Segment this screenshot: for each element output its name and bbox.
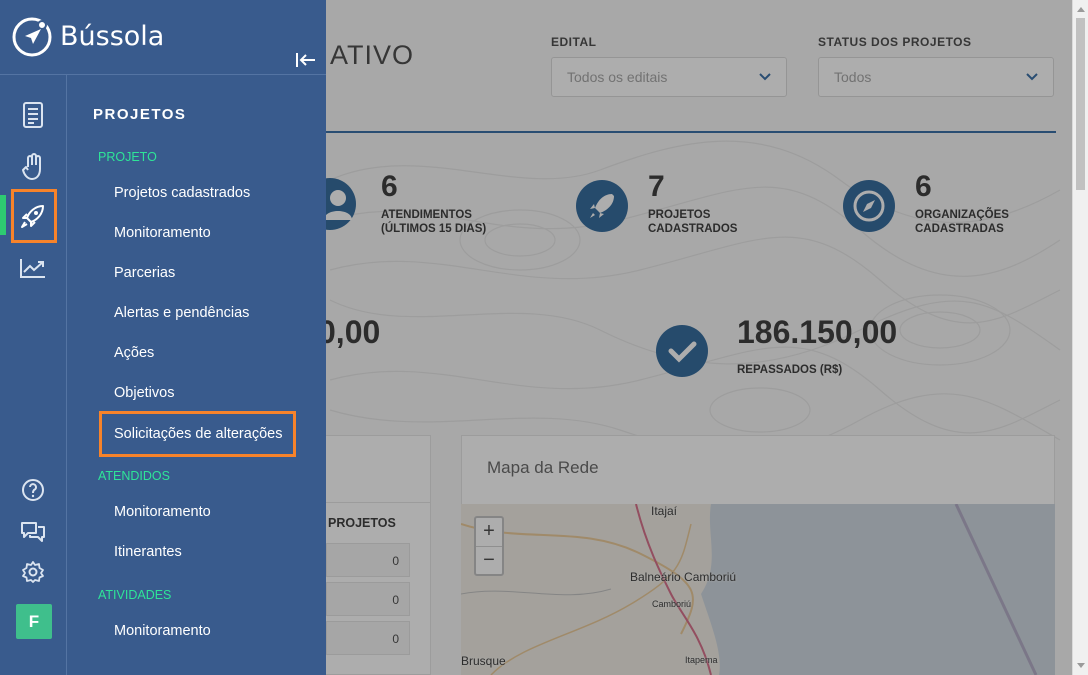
map-label-itajai: Itajaí (651, 504, 678, 518)
menu-item-alertas[interactable]: Alertas e pendências (114, 305, 249, 321)
sidebar: Bússola F PROJETOS PROJETO Projetos cada… (0, 0, 326, 675)
scroll-thumb[interactable] (1076, 18, 1085, 190)
map-label-balneario: Balneário Camboriú (630, 570, 737, 584)
brand-name: Bússola (60, 21, 165, 52)
help-icon[interactable] (18, 475, 48, 505)
stat-projetos-value: 7 (648, 170, 665, 203)
table-cell-value: 0 (392, 593, 399, 607)
menu-item-parcerias[interactable]: Parcerias (114, 265, 175, 281)
brand-header: Bússola (0, 0, 326, 75)
stat-projetos-label: PROJETOS CADASTRADOS (648, 209, 738, 235)
chat-icon[interactable] (18, 516, 48, 546)
menu-item-acoes[interactable]: Ações (114, 345, 154, 361)
zoom-out-button[interactable]: − (476, 546, 502, 574)
rocket-icon (576, 180, 628, 232)
money-repassados-label: REPASSADOS (R$) (737, 364, 843, 376)
hand-icon[interactable] (18, 152, 48, 182)
menu-item-atendidos-monitoramento[interactable]: Monitoramento (114, 504, 211, 520)
page-scrollbar[interactable] (1072, 0, 1088, 675)
title-divider (326, 131, 1056, 133)
menu-item-projetos-cadastrados[interactable]: Projetos cadastrados (114, 185, 250, 201)
filter-status-select[interactable]: Todos (818, 57, 1054, 97)
map-tiles (461, 504, 1038, 675)
stat-atendimentos-value: 6 (381, 170, 398, 203)
settings-icon[interactable] (18, 557, 48, 587)
table-cell-value: 0 (392, 554, 399, 568)
chevron-down-icon (759, 73, 771, 81)
menu-item-itinerantes[interactable]: Itinerantes (114, 544, 182, 560)
stat-organizacoes-label: ORGANIZAÇÕES CADASTRADAS (915, 209, 1009, 235)
scroll-up-arrow-icon[interactable] (1077, 7, 1085, 12)
check-icon (656, 325, 708, 377)
filter-edital-label: EDITAL (551, 35, 597, 49)
collapse-sidebar-icon[interactable] (295, 51, 317, 69)
filter-edital-value: Todos os editais (567, 69, 668, 85)
map-label-brusque: Brusque (461, 654, 506, 668)
rail-active-indicator (0, 195, 6, 235)
menu-title: PROJETOS (93, 106, 187, 123)
section-atendidos: ATENDIDOS (98, 469, 170, 483)
scroll-down-arrow-icon[interactable] (1077, 663, 1085, 668)
menu-item-objetivos[interactable]: Objetivos (114, 385, 174, 401)
rocket-icon[interactable] (18, 201, 48, 231)
money-repassados-value: 186.150,00 (737, 314, 898, 350)
filter-status-value: Todos (834, 69, 872, 85)
menu-item-solicitacoes[interactable]: Solicitações de alterações (114, 426, 282, 442)
document-icon[interactable] (18, 100, 48, 130)
stat-atendimentos-label: ATENDIMENTOS (ÚLTIMOS 15 DIAS) (381, 209, 487, 235)
section-projeto: PROJETO (98, 150, 157, 164)
map-title: Mapa da Rede (487, 458, 599, 477)
chart-line-icon[interactable] (18, 253, 48, 283)
filter-status-label: STATUS DOS PROJETOS (818, 35, 972, 49)
table-cell: 0 (326, 621, 410, 655)
chevron-down-icon (1026, 73, 1038, 81)
table-cell: 0 (326, 582, 410, 616)
filter-edital-select[interactable]: Todos os editais (551, 57, 787, 97)
map-view[interactable] (461, 504, 1055, 675)
table-cell-value: 0 (392, 632, 399, 646)
menu-item-monitoramento[interactable]: Monitoramento (114, 225, 211, 241)
section-atividades: ATIVIDADES (98, 588, 172, 602)
table-cell: 0 (326, 543, 410, 577)
menu-item-atividades-monitoramento[interactable]: Monitoramento (114, 623, 211, 639)
page-title: ATIVO (330, 40, 415, 70)
compass-logo-icon (12, 17, 52, 57)
user-avatar[interactable]: F (16, 604, 52, 639)
map-label-camboriu: Camboriú (652, 599, 692, 609)
compass-icon (843, 180, 895, 232)
table-header-projetos: PROJETOS (328, 516, 396, 530)
zoom-in-button[interactable]: + (476, 518, 502, 546)
map-zoom-control: + − (474, 516, 504, 576)
stat-organizacoes-value: 6 (915, 170, 932, 203)
map-label-itapema: Itapema (685, 655, 718, 665)
money-left-value: 0,00 (318, 314, 381, 350)
